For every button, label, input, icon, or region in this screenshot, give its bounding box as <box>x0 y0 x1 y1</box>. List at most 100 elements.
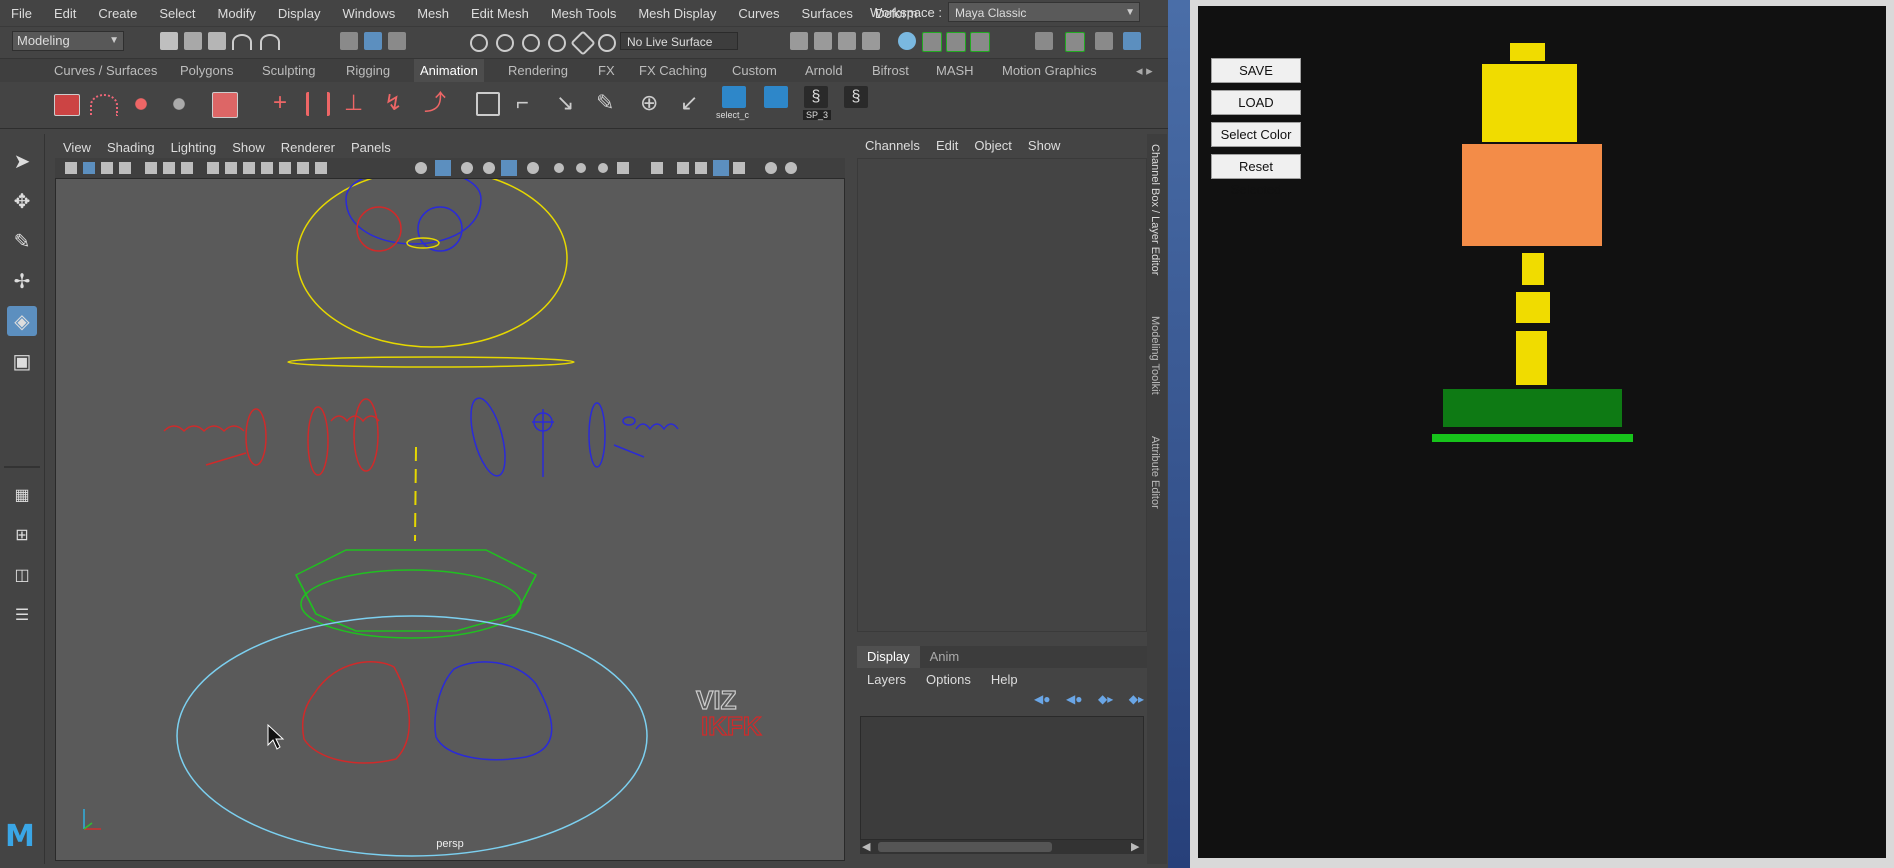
select-color-button[interactable]: Select Color <box>1211 122 1301 147</box>
toggle-modeling-toolkit-icon[interactable] <box>922 32 942 52</box>
four-view-icon[interactable]: ⊞ <box>7 520 37 550</box>
ik-handle-icon[interactable] <box>306 92 330 116</box>
menu-create[interactable]: Create <box>87 6 148 21</box>
reset-selected-button[interactable]: Reset Selected <box>1211 154 1301 197</box>
orient-constraint-icon[interactable] <box>476 92 500 116</box>
python-icon-2[interactable]: § <box>844 86 868 108</box>
ikfk-label[interactable]: IKFK <box>700 710 762 741</box>
joint-icon[interactable]: + <box>268 91 292 116</box>
menu-edit[interactable]: Edit <box>43 6 87 21</box>
spine-control-curve[interactable] <box>414 446 417 542</box>
side-tab-channel-box[interactable]: Channel Box / Layer Editor <box>1149 144 1161 275</box>
shelf-tab-animation[interactable]: Animation <box>414 59 484 83</box>
open-scene-icon[interactable] <box>184 32 202 50</box>
shelf-tab-sculpting[interactable]: Sculpting <box>256 59 321 83</box>
select-hierarchy-icon[interactable] <box>340 32 358 50</box>
menu-display[interactable]: Display <box>267 6 332 21</box>
new-layer-icon[interactable]: ◆▸ <box>1098 692 1113 708</box>
shelf-tab-bifrost[interactable]: Bifrost <box>866 59 915 83</box>
sidebar-toggle-icon[interactable] <box>1035 32 1053 50</box>
two-view-icon[interactable]: ◫ <box>7 560 37 590</box>
right-hand-controls[interactable] <box>464 395 679 480</box>
outliner-view-icon[interactable]: ☰ <box>7 600 37 630</box>
left-hand-controls[interactable] <box>163 398 380 476</box>
redo-icon[interactable] <box>260 34 280 50</box>
viewport-menu-show[interactable]: Show <box>224 140 273 155</box>
menu-mesh-tools[interactable]: Mesh Tools <box>540 6 628 21</box>
eye-left-curve[interactable] <box>356 206 402 252</box>
normal-constraint-icon[interactable]: ⊕ <box>640 92 664 116</box>
menu-modify[interactable]: Modify <box>207 6 267 21</box>
picker-root-block[interactable] <box>1432 434 1633 442</box>
viewport-menu-shading[interactable]: Shading <box>99 140 163 155</box>
shelf-tab-fx-caching[interactable]: FX Caching <box>633 59 713 83</box>
layer-tab-display[interactable]: Display <box>857 646 920 668</box>
hypershade-icon[interactable] <box>898 32 916 50</box>
lasso-tool-icon[interactable]: ✥ <box>7 186 37 216</box>
snap-view-icon[interactable] <box>548 34 566 52</box>
toggle-attribute-editor-icon[interactable] <box>946 32 966 52</box>
paint-select-tool-icon[interactable]: ✎ <box>7 226 37 256</box>
workspace-dropdown[interactable]: Maya Classic ▼ <box>948 2 1141 22</box>
layer-menu-help[interactable]: Help <box>981 672 1028 687</box>
picker-spine-lower-block[interactable] <box>1516 331 1547 385</box>
bake-icon[interactable] <box>212 92 238 118</box>
shelf-tab-custom[interactable]: Custom <box>726 59 783 83</box>
scale-tool-icon[interactable]: ▣ <box>7 346 37 376</box>
undo-icon[interactable] <box>232 34 252 50</box>
live-surface-field[interactable]: No Live Surface <box>620 32 738 50</box>
ghost-icon[interactable] <box>128 92 154 116</box>
menu-edit-mesh[interactable]: Edit Mesh <box>460 6 540 21</box>
select-tool-icon[interactable]: ➤ <box>7 146 37 176</box>
head-control-curve[interactable] <box>296 179 568 348</box>
menu-file[interactable]: File <box>0 6 43 21</box>
picker-head-top-block[interactable] <box>1510 43 1545 61</box>
scroll-left-icon[interactable]: ◀ <box>862 840 870 853</box>
save-button[interactable]: SAVE <box>1211 58 1301 83</box>
menu-curves[interactable]: Curves <box>727 6 790 21</box>
channel-menu-edit[interactable]: Edit <box>928 138 966 153</box>
snap-curve-icon[interactable] <box>496 34 514 52</box>
ipr-render-icon[interactable] <box>838 32 856 50</box>
viewport-menu-view[interactable]: View <box>55 140 99 155</box>
shelf-tab-rendering[interactable]: Rendering <box>502 59 574 83</box>
picker-head-block[interactable] <box>1482 64 1577 142</box>
channel-box-body[interactable] <box>857 158 1147 632</box>
script-icon-2[interactable] <box>764 86 788 108</box>
select-object-icon[interactable] <box>364 32 382 50</box>
layer-tab-anim[interactable]: Anim <box>920 646 970 668</box>
render-settings-icon[interactable] <box>862 32 880 50</box>
shelf-tab-polygons[interactable]: Polygons <box>174 59 239 83</box>
mode-dropdown[interactable]: Modeling ▼ <box>12 31 124 51</box>
perspective-viewport[interactable]: VIZ IKFK persp <box>55 178 845 861</box>
move-layer-up-icon[interactable]: ◀● <box>1034 692 1050 708</box>
move-layer-down-icon[interactable]: ◀● <box>1066 692 1082 708</box>
side-tab-modeling-toolkit[interactable]: Modeling Toolkit <box>1149 316 1161 395</box>
tangent-constraint-icon[interactable]: ↙ <box>680 92 704 116</box>
shelf-tab-curves-surfaces[interactable]: Curves / Surfaces <box>48 59 163 83</box>
unghost-icon[interactable] <box>166 92 192 116</box>
menu-select[interactable]: Select <box>148 6 206 21</box>
toggle-tool-settings-icon[interactable] <box>970 32 990 52</box>
picker-chest-block[interactable] <box>1462 144 1602 246</box>
viewport-menu-renderer[interactable]: Renderer <box>273 140 343 155</box>
channel-menu-channels[interactable]: Channels <box>857 138 928 153</box>
render-view-icon[interactable] <box>814 32 832 50</box>
snap-surface-icon[interactable] <box>570 30 596 56</box>
shelf-tab-motion-graphics[interactable]: Motion Graphics <box>996 59 1103 83</box>
render-icon[interactable] <box>790 32 808 50</box>
geometry-constraint-icon[interactable]: ✎ <box>596 92 620 116</box>
channel-menu-show[interactable]: Show <box>1020 138 1069 153</box>
shelf-scroll-arrows-icon[interactable]: ◂ ▸ <box>1130 59 1159 83</box>
history-icon[interactable] <box>598 34 616 52</box>
shelf-tab-rigging[interactable]: Rigging <box>340 59 396 83</box>
layer-scrollbar-thumb[interactable] <box>878 842 1052 852</box>
channel-box-toggle-icon[interactable] <box>1065 32 1085 52</box>
menu-mesh-display[interactable]: Mesh Display <box>627 6 727 21</box>
viewport-toolbar-icons[interactable] <box>55 158 845 178</box>
script-icon[interactable] <box>722 86 746 108</box>
motion-trail-icon[interactable] <box>90 94 118 116</box>
scale-constraint-icon[interactable]: ⌐ <box>516 92 540 116</box>
load-button[interactable]: LOAD <box>1211 90 1301 115</box>
picker-spine-mid-block[interactable] <box>1516 292 1550 323</box>
